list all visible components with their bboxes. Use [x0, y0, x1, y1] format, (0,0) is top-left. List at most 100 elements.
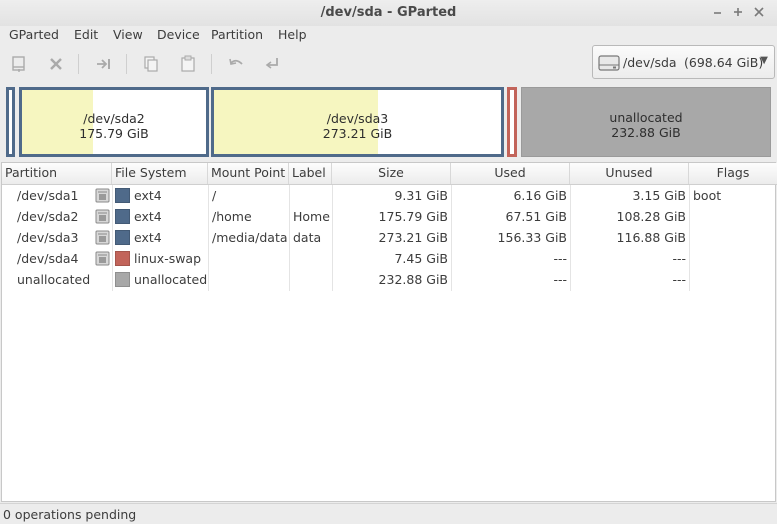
title-bar[interactable]: /dev/sda - GParted	[0, 0, 777, 26]
table-row[interactable]: unallocated unallocated 232.88 GiB --- -…	[2, 269, 777, 290]
filesystem-color-swatch	[115, 272, 130, 287]
cell-partition: unallocated	[17, 272, 91, 287]
partition-block-sda2[interactable]: /dev/sda2 175.79 GiB	[19, 87, 209, 157]
cell-size: 7.45 GiB	[394, 251, 448, 266]
cell-unused: 116.88 GiB	[616, 230, 686, 245]
cell-mountpoint: /home	[212, 209, 252, 224]
cell-mountpoint: /media/data	[212, 230, 288, 245]
menu-gparted[interactable]: GParted	[9, 26, 59, 48]
filesystem-color-swatch	[115, 209, 130, 224]
cell-mountpoint: /	[212, 188, 217, 203]
cell-filesystem: ext4	[134, 209, 162, 224]
cell-size: 273.21 GiB	[378, 230, 448, 245]
partition-block-sda3[interactable]: /dev/sda3 273.21 GiB	[211, 87, 504, 157]
cell-filesystem: ext4	[134, 188, 162, 203]
cell-partition: /dev/sda2	[17, 209, 79, 224]
device-name: /dev/sda	[623, 55, 677, 70]
table-row[interactable]: /dev/sda3 ext4 /media/data data 273.21 G…	[2, 227, 777, 248]
copy-icon[interactable]	[138, 52, 164, 76]
paste-icon[interactable]	[175, 52, 201, 76]
partition-block-name: /dev/sda2	[83, 111, 145, 126]
partition-block-sda1[interactable]	[6, 87, 15, 157]
cell-flags: boot	[693, 188, 722, 203]
column-used[interactable]: Used	[451, 163, 570, 184]
cell-partition: /dev/sda1	[17, 188, 79, 203]
column-mountpoint[interactable]: Mount Point	[208, 163, 289, 184]
cell-label	[293, 248, 331, 269]
new-partition-icon[interactable]	[6, 52, 32, 76]
cell-label	[293, 269, 331, 290]
partition-block-sda4[interactable]	[507, 87, 517, 157]
table-row[interactable]: /dev/sda1 ext4 / 9.31 GiB 6.16 GiB 3.15 …	[2, 185, 777, 206]
partition-block-size: 273.21 GiB	[322, 126, 393, 141]
toolbar-separator	[126, 54, 127, 74]
cell-label: Home	[293, 209, 330, 224]
column-filesystem[interactable]: File System	[112, 163, 208, 184]
cell-unused: 3.15 GiB	[632, 188, 686, 203]
menu-view[interactable]: View	[113, 26, 143, 48]
partition-block-size: 232.88 GiB	[611, 125, 681, 140]
cell-unused: ---	[672, 272, 686, 287]
cell-flags	[693, 206, 775, 227]
maximize-icon[interactable]	[730, 4, 746, 20]
cell-used: 6.16 GiB	[513, 188, 567, 203]
cell-flags	[693, 248, 775, 269]
cell-filesystem: linux-swap	[134, 251, 202, 266]
cell-label	[293, 185, 331, 206]
device-size: (698.64 GiB)	[684, 55, 764, 70]
cell-unused: ---	[672, 251, 686, 266]
cell-flags	[693, 269, 775, 290]
close-icon[interactable]	[751, 4, 767, 20]
harddisk-icon	[598, 53, 620, 73]
column-partition[interactable]: Partition	[2, 163, 112, 184]
partition-block-size: 175.79 GiB	[79, 126, 149, 141]
filesystem-color-swatch	[115, 188, 130, 203]
cell-used: 67.51 GiB	[505, 209, 568, 224]
cell-partition: /dev/sda4	[17, 251, 79, 266]
partition-map: /dev/sda2 175.79 GiB /dev/sda3 273.21 Gi…	[0, 83, 777, 161]
cell-mountpoint	[212, 248, 288, 269]
lock-icon	[95, 188, 110, 203]
minimize-icon[interactable]	[710, 4, 726, 20]
partition-block-name: /dev/sda3	[326, 111, 389, 126]
lock-icon	[95, 251, 110, 266]
cell-size: 175.79 GiB	[378, 209, 448, 224]
lock-icon	[95, 230, 110, 245]
column-size[interactable]: Size	[332, 163, 451, 184]
cell-partition: /dev/sda3	[17, 230, 79, 245]
partition-block-unallocated[interactable]: unallocated 232.88 GiB	[521, 87, 771, 157]
cell-mountpoint	[212, 269, 288, 290]
cell-label: data	[293, 230, 322, 245]
cell-used: ---	[553, 251, 567, 266]
delete-icon[interactable]	[43, 52, 69, 76]
undo-icon[interactable]	[223, 52, 249, 76]
resize-move-icon[interactable]	[91, 52, 117, 76]
column-flags[interactable]: Flags	[689, 163, 777, 184]
cell-used: 156.33 GiB	[497, 230, 567, 245]
filesystem-color-swatch	[115, 251, 130, 266]
menu-help[interactable]: Help	[278, 26, 307, 48]
filesystem-color-swatch	[115, 230, 130, 245]
lock-icon	[95, 209, 110, 224]
cell-unused: 108.28 GiB	[616, 209, 686, 224]
column-label[interactable]: Label	[289, 163, 332, 184]
table-header: Partition File System Mount Point Label …	[2, 163, 777, 185]
menu-edit[interactable]: Edit	[74, 26, 98, 48]
device-selector[interactable]: /dev/sda (698.64 GiB) ▼	[592, 45, 775, 79]
column-unused[interactable]: Unused	[570, 163, 689, 184]
menu-partition[interactable]: Partition	[211, 26, 263, 48]
toolbar-separator	[211, 54, 212, 74]
dropdown-arrow-icon: ▼	[760, 55, 768, 66]
toolbar-separator	[78, 54, 79, 74]
table-row[interactable]: /dev/sda4 linux-swap 7.45 GiB --- ---	[2, 248, 777, 269]
apply-icon[interactable]	[259, 52, 285, 76]
cell-filesystem: ext4	[134, 230, 162, 245]
partition-block-name: unallocated	[609, 110, 683, 125]
cell-size: 232.88 GiB	[378, 272, 448, 287]
status-text: 0 operations pending	[3, 507, 137, 522]
partition-table: Partition File System Mount Point Label …	[1, 162, 777, 502]
cell-filesystem: unallocated	[134, 272, 208, 287]
menu-device[interactable]: Device	[157, 26, 200, 48]
table-row[interactable]: /dev/sda2 ext4 /home Home 175.79 GiB 67.…	[2, 206, 777, 227]
status-bar: 0 operations pending	[0, 503, 777, 524]
